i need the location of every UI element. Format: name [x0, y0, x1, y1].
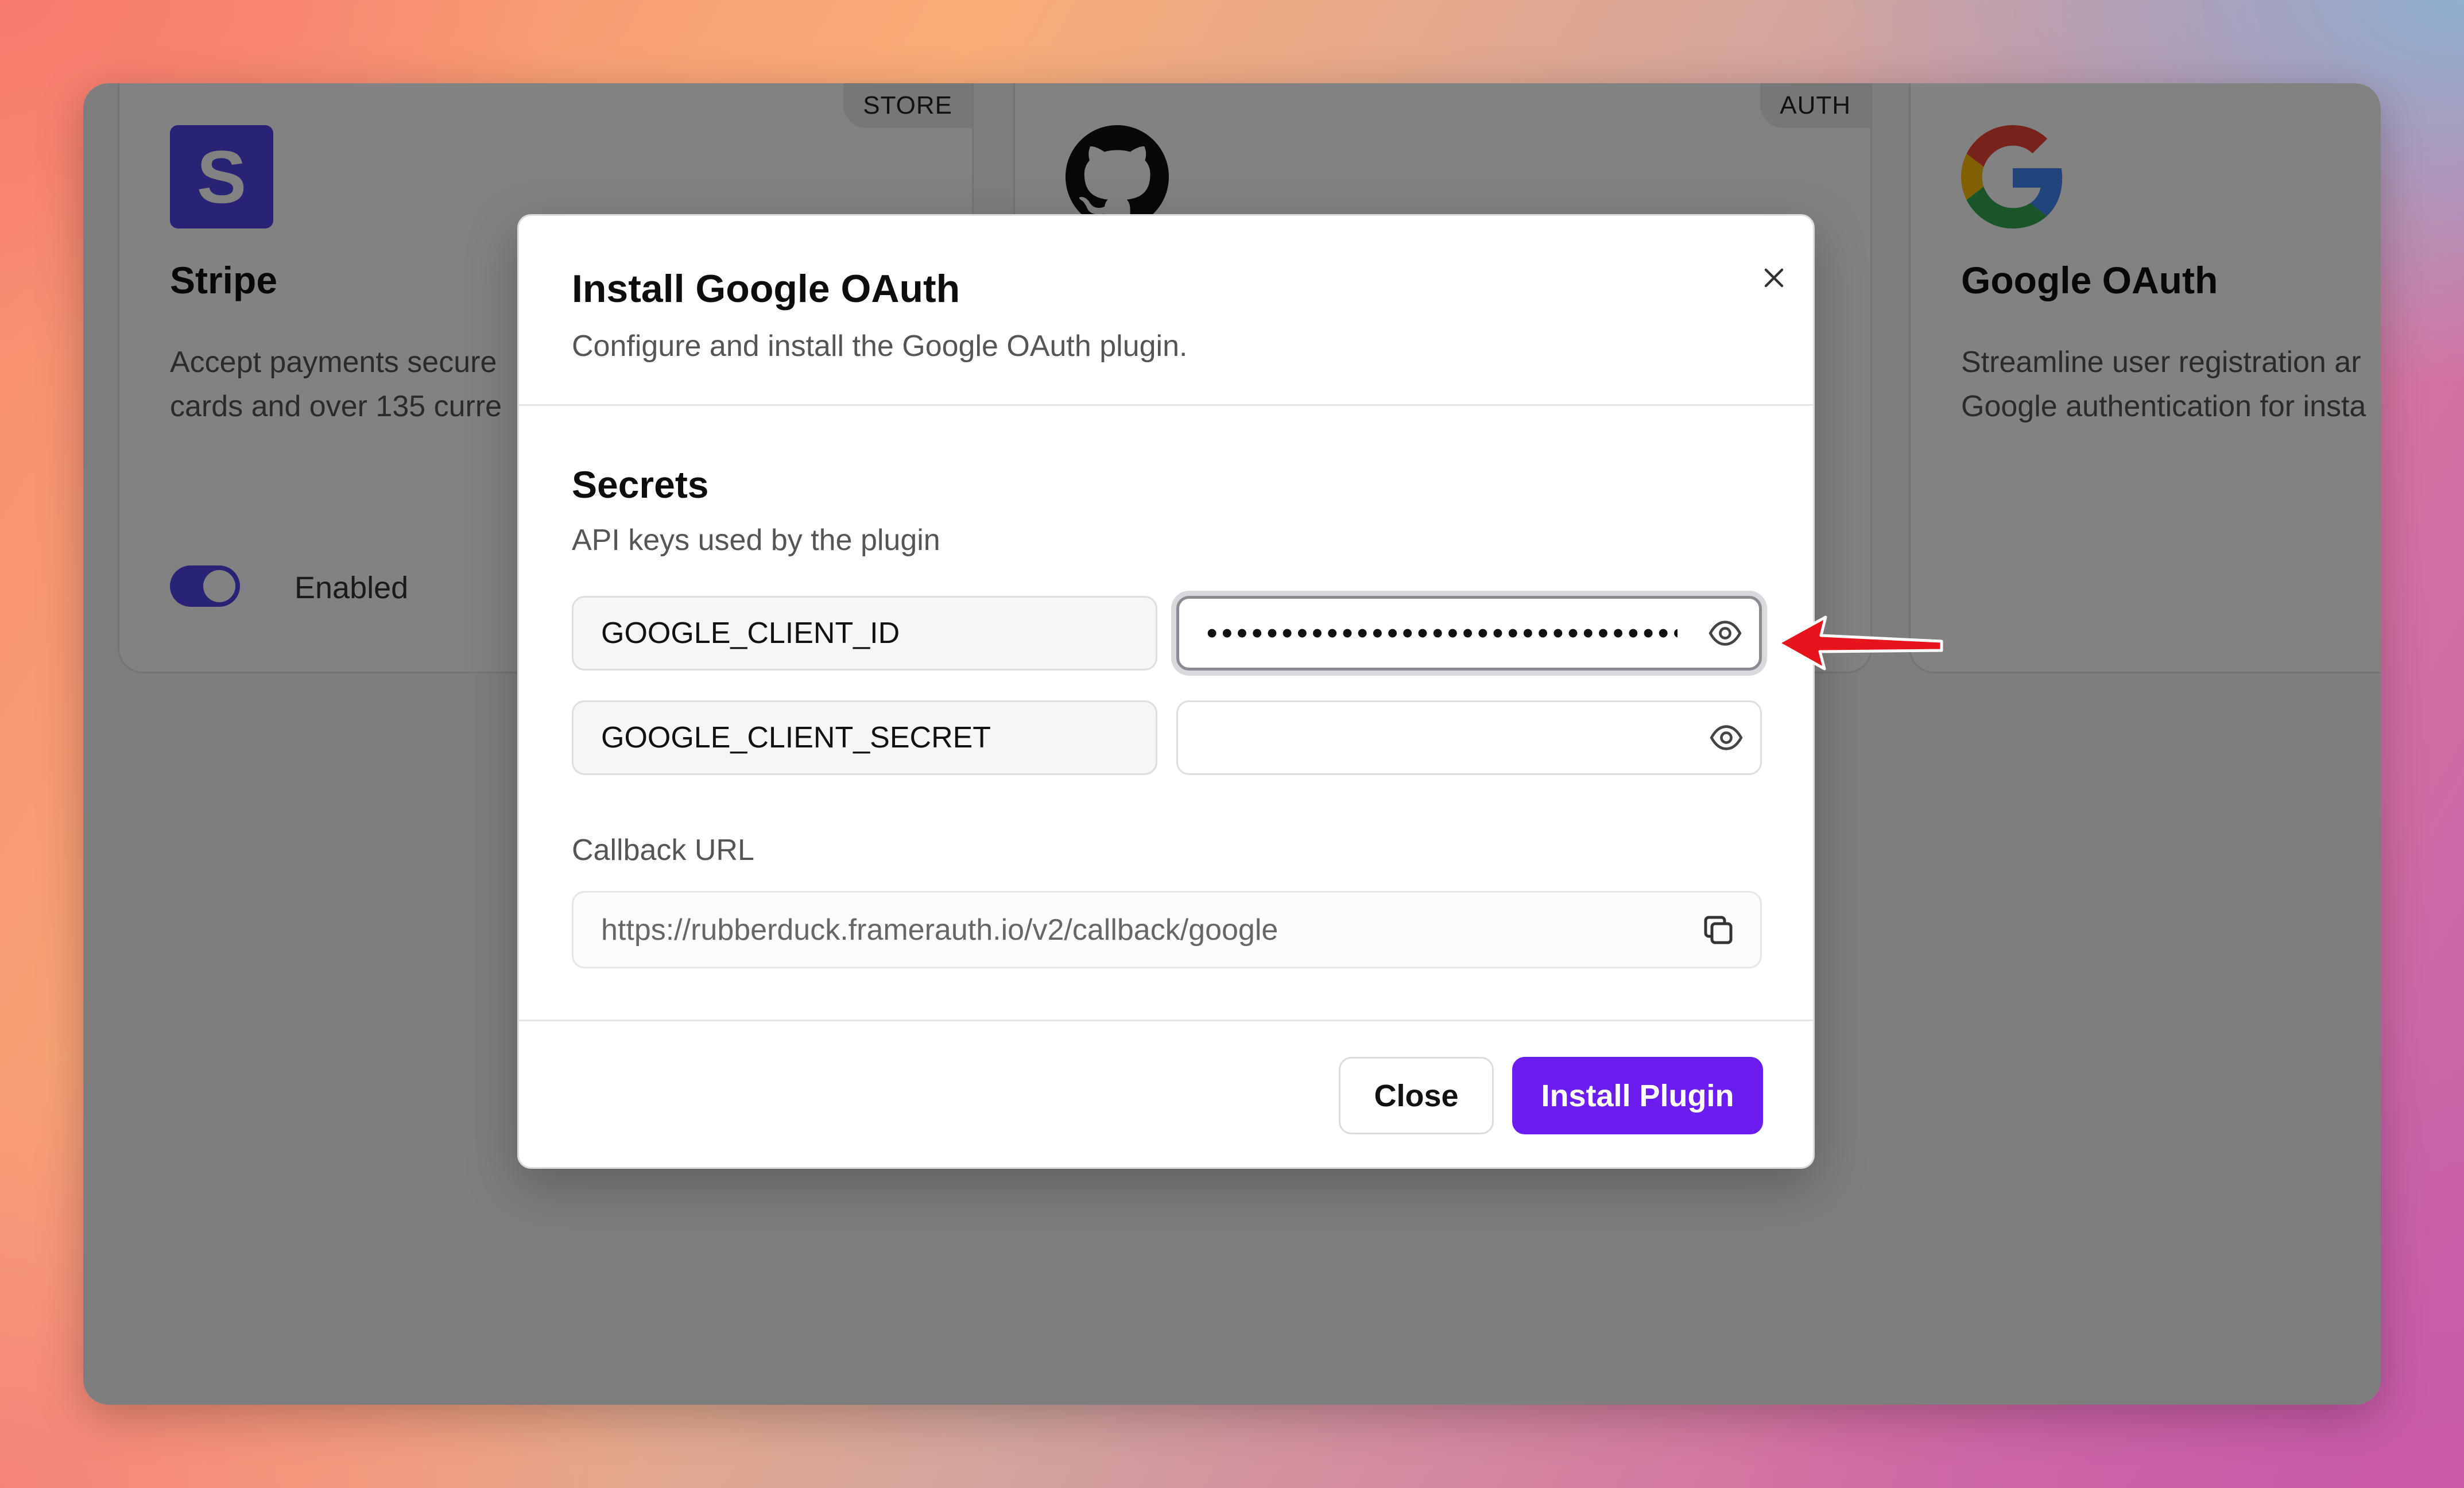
- footer-divider: [519, 1020, 1813, 1021]
- client-secret-value-input[interactable]: [1176, 700, 1762, 775]
- install-plugin-button[interactable]: Install Plugin: [1512, 1057, 1763, 1134]
- install-plugin-dialog: Install Google OAuth Configure and insta…: [517, 214, 1815, 1169]
- client-id-masked-value: •••••••••••••••••••••••••••••••••: [1207, 617, 1677, 650]
- copy-icon[interactable]: [1699, 911, 1737, 949]
- callback-url-text: https://rubberduck.framerauth.io/v2/call…: [601, 913, 1279, 947]
- eye-icon[interactable]: [1707, 615, 1743, 651]
- secrets-heading: Secrets: [572, 463, 709, 506]
- client-id-key-text: GOOGLE_CLIENT_ID: [601, 617, 900, 650]
- close-icon[interactable]: [1748, 251, 1800, 304]
- eye-icon[interactable]: [1708, 720, 1744, 755]
- red-arrow: [1777, 615, 1943, 671]
- client-secret-key-text: GOOGLE_CLIENT_SECRET: [601, 721, 991, 754]
- callback-url-label: Callback URL: [572, 834, 754, 867]
- callback-url-field[interactable]: https://rubberduck.framerauth.io/v2/call…: [572, 891, 1762, 968]
- client-secret-key-field[interactable]: GOOGLE_CLIENT_SECRET: [572, 700, 1157, 775]
- header-divider: [519, 404, 1813, 406]
- client-id-key-field[interactable]: GOOGLE_CLIENT_ID: [572, 596, 1157, 671]
- secrets-subheading: API keys used by the plugin: [572, 524, 940, 557]
- dialog-subtitle: Configure and install the Google OAuth p…: [572, 330, 1188, 363]
- client-id-value-input[interactable]: •••••••••••••••••••••••••••••••••: [1176, 596, 1762, 671]
- dialog-title: Install Google OAuth: [572, 267, 960, 311]
- close-button[interactable]: Close: [1339, 1057, 1494, 1134]
